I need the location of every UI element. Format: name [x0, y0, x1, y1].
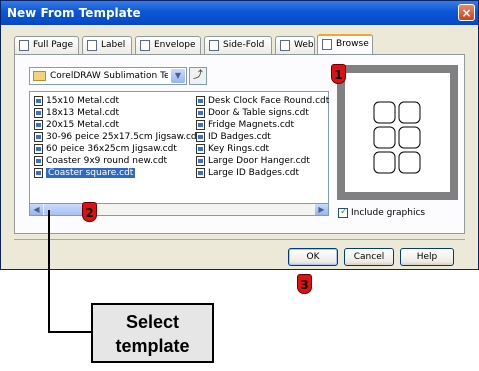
side-fold-icon [209, 40, 219, 51]
callout-line-horizontal [48, 331, 92, 333]
list-item[interactable]: 18x13 Metal.cdt [33, 107, 200, 119]
list-item[interactable]: 30-96 peice 25x17.5cm Jigsaw.cdt [33, 131, 200, 143]
list-item[interactable]: 60 peice 36x25cm Jigsaw.cdt [33, 143, 200, 155]
template-preview [337, 65, 458, 200]
file-column-2: Desk Clock Face Round.cdt Door & Table s… [195, 95, 329, 179]
dialog-title: New From Template [7, 6, 141, 20]
cdt-file-icon [196, 144, 205, 154]
cdt-file-icon [196, 132, 205, 142]
list-item[interactable]: Door & Table signs.cdt [195, 107, 329, 119]
new-from-template-dialog: New From Template × Full Page Label Enve… [0, 0, 479, 270]
file-column-1: 15x10 Metal.cdt 18x13 Metal.cdt 20x15 Me… [33, 95, 200, 179]
folder-select[interactable]: CorelDRAW Sublimation Temp ▼ [29, 67, 187, 85]
close-icon: × [461, 6, 472, 20]
divider [14, 239, 465, 240]
list-item[interactable]: Desk Clock Face Round.cdt [195, 95, 329, 107]
cdt-file-icon [196, 168, 205, 178]
chevron-down-icon[interactable]: ▼ [171, 69, 185, 83]
help-button[interactable]: Help [400, 248, 454, 266]
step-marker-2: 2 [82, 202, 97, 222]
tab-envelope[interactable]: Envelope [135, 36, 201, 54]
up-folder-icon: ⤴ [193, 70, 203, 81]
cdt-file-icon [34, 96, 43, 106]
cdt-file-icon [196, 156, 205, 166]
include-graphics-checkbox[interactable]: ✓ [338, 207, 348, 218]
title-bar: New From Template × [1, 1, 478, 25]
cdt-file-icon [34, 168, 43, 178]
scroll-thumb[interactable] [44, 204, 84, 215]
ok-button[interactable]: OK [288, 248, 338, 266]
cdt-file-icon [196, 96, 205, 106]
tab-browse[interactable]: Browse [317, 34, 373, 55]
list-item[interactable]: 20x15 Metal.cdt [33, 119, 200, 131]
tab-web[interactable]: Web [275, 36, 315, 54]
scroll-right-icon[interactable]: ▶ [315, 204, 328, 215]
cdt-file-icon [34, 120, 43, 130]
tab-full-page[interactable]: Full Page [14, 36, 79, 54]
callout-line1: Select [125, 312, 180, 332]
up-folder-button[interactable]: ⤴ [189, 67, 207, 85]
list-item[interactable]: 15x10 Metal.cdt [33, 95, 200, 107]
list-item[interactable]: Large Door Hanger.cdt [195, 155, 329, 167]
coaster-square-preview [373, 101, 421, 174]
step-marker-1: 1 [331, 64, 346, 84]
list-item-selected[interactable]: Coaster square.cdt [33, 167, 200, 179]
cdt-file-icon [34, 132, 43, 142]
web-icon [280, 40, 290, 51]
cdt-file-icon [34, 144, 43, 154]
tab-side-fold[interactable]: Side-Fold [204, 36, 272, 54]
callout-line2: template [115, 336, 190, 356]
cdt-file-icon [196, 108, 205, 118]
tab-label[interactable]: Label [82, 36, 132, 54]
checkmark-icon: ✓ [340, 207, 348, 217]
horizontal-scrollbar[interactable]: ◀ ▶ [29, 203, 329, 216]
folder-icon [33, 71, 46, 81]
list-item[interactable]: Fridge Magnets.cdt [195, 119, 329, 131]
template-file-list[interactable]: 15x10 Metal.cdt 18x13 Metal.cdt 20x15 Me… [29, 91, 329, 215]
include-graphics-label: Include graphics [351, 208, 426, 218]
list-item[interactable]: Coaster 9x9 round new.cdt [33, 155, 200, 167]
folder-select-value: CorelDRAW Sublimation Temp [50, 71, 168, 81]
page-icon [19, 40, 29, 51]
browse-icon [322, 39, 332, 50]
step-marker-3: 3 [297, 274, 312, 294]
preview-canvas [345, 73, 450, 192]
list-item[interactable]: Key Rings.cdt [195, 143, 329, 155]
callout-line-vertical [48, 210, 50, 332]
list-item[interactable]: ID Badges.cdt [195, 131, 329, 143]
close-button[interactable]: × [458, 4, 475, 21]
cancel-button[interactable]: Cancel [344, 248, 394, 266]
envelope-icon [140, 40, 150, 51]
list-item[interactable]: Large ID Badges.cdt [195, 167, 329, 179]
cdt-file-icon [34, 156, 43, 166]
label-icon [87, 40, 97, 51]
select-template-callout: Select template [91, 303, 214, 363]
cdt-file-icon [34, 108, 43, 118]
cdt-file-icon [196, 120, 205, 130]
scroll-left-icon[interactable]: ◀ [30, 204, 43, 215]
